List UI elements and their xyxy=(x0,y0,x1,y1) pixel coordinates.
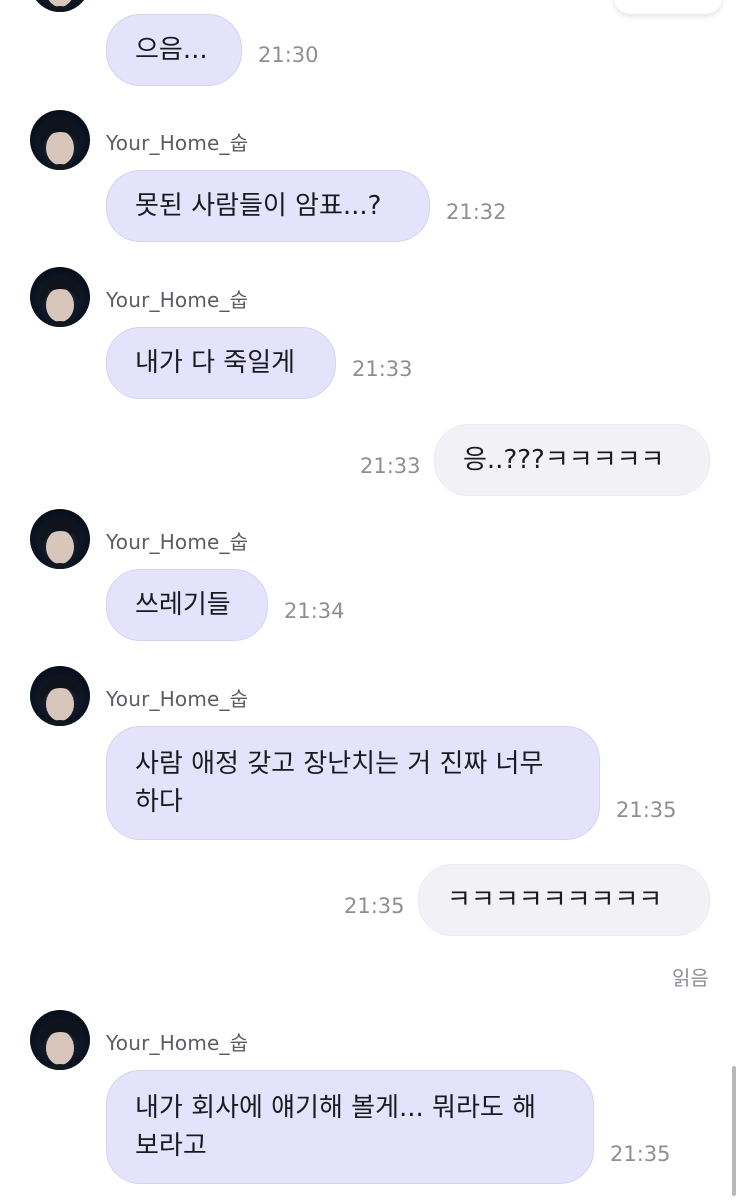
message-text: 내가 다 죽일게 xyxy=(135,348,296,378)
avatar-portrait-icon xyxy=(44,0,76,12)
sender-name: Your_Home_숩 xyxy=(106,530,249,554)
message-time: 21:35 xyxy=(344,894,405,918)
message-bubble[interactable]: 으음... xyxy=(106,14,242,86)
avatar-portrait-icon xyxy=(40,673,81,726)
avatar-portrait-icon xyxy=(40,117,81,170)
sender-name: Your_Home_숩 xyxy=(106,687,249,711)
message-bubble[interactable]: 못된 사람들이 암표...? xyxy=(106,170,430,242)
message-time: 21:33 xyxy=(352,357,413,381)
message-bubble[interactable]: 쓰레기들 xyxy=(106,569,268,641)
message-text: 응..???ㅋㅋㅋㅋㅋ xyxy=(463,445,665,475)
message-text: ㅋㅋㅋㅋㅋㅋㅋㅋㅋ xyxy=(447,885,663,915)
sender-name: Your_Home_숩 xyxy=(106,288,249,312)
message-text-line: 사람 애정 갖고 장난치는 거 진짜 너무 xyxy=(135,749,544,779)
avatar-portrait-icon xyxy=(40,274,81,327)
message-bubble[interactable]: 내가 다 죽일게 xyxy=(106,327,336,399)
avatar-portrait-icon xyxy=(40,1017,81,1070)
avatar[interactable] xyxy=(30,0,90,12)
avatar[interactable] xyxy=(30,666,90,726)
message-time: 21:33 xyxy=(360,454,421,478)
message-text-line: 보라고 xyxy=(135,1131,207,1161)
sender-name: Your_Home_숩 xyxy=(106,131,249,155)
read-receipt: 읽음 xyxy=(672,966,709,990)
message-time: 21:35 xyxy=(616,798,677,822)
avatar-portrait-icon xyxy=(40,516,81,569)
message-time: 21:32 xyxy=(446,200,507,224)
avatar[interactable] xyxy=(30,1010,90,1070)
message-time: 21:30 xyxy=(258,43,319,67)
message-time: 21:34 xyxy=(284,599,345,623)
avatar[interactable] xyxy=(30,509,90,569)
avatar[interactable] xyxy=(30,267,90,327)
scrollbar[interactable] xyxy=(732,1066,736,1196)
message-bubble[interactable]: ㅋㅋㅋㅋㅋㅋㅋㅋㅋ xyxy=(418,864,710,936)
message-text: 쓰레기들 xyxy=(135,590,231,620)
sender-name: Your_Home_숩 xyxy=(106,1031,249,1055)
message-bubble[interactable]: 응..???ㅋㅋㅋㅋㅋ xyxy=(434,424,710,496)
message-text: 못된 사람들이 암표...? xyxy=(135,191,382,221)
message-text-line: 내가 회사에 얘기해 볼게... 뭐라도 해 xyxy=(135,1093,536,1123)
message-time: 21:35 xyxy=(610,1142,671,1166)
floating-card[interactable] xyxy=(614,0,722,14)
message-text-line: 하다 xyxy=(135,787,183,817)
avatar[interactable] xyxy=(30,110,90,170)
message-bubble[interactable]: 내가 회사에 얘기해 볼게... 뭐라도 해 보라고 xyxy=(106,1070,594,1184)
message-bubble[interactable]: 사람 애정 갖고 장난치는 거 진짜 너무 하다 xyxy=(106,726,600,840)
message-text: 으음... xyxy=(135,35,208,65)
